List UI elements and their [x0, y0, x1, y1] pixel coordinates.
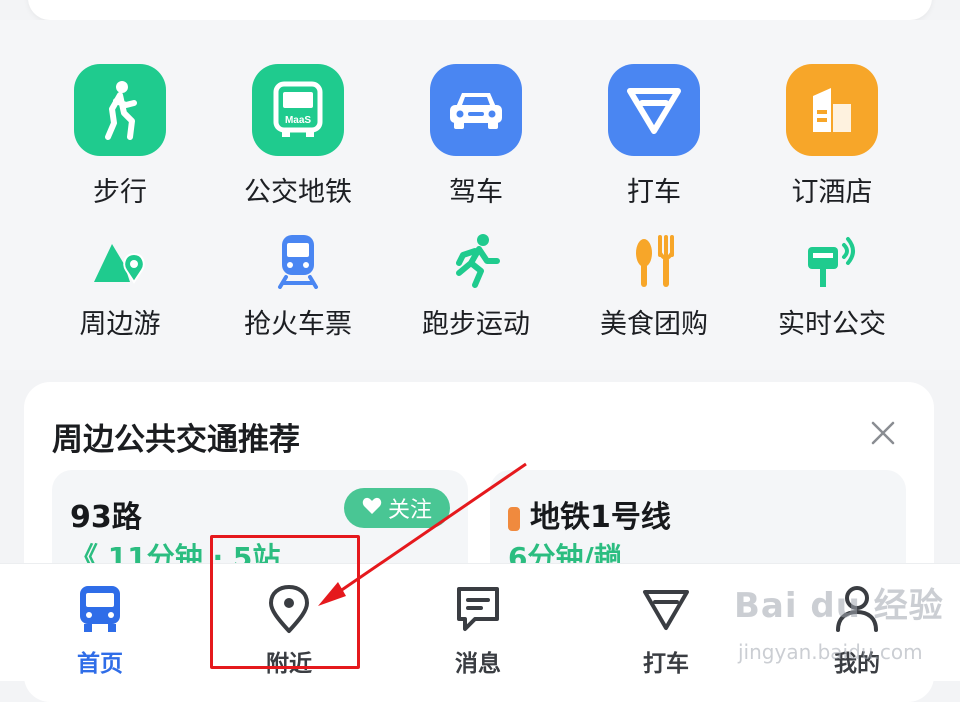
tab-home[interactable]: 首页 — [20, 564, 180, 681]
service-nearby-travel[interactable]: 周边游 — [31, 228, 209, 341]
heart-icon — [362, 496, 382, 521]
route-name: 地铁1号线 — [530, 500, 671, 535]
tab-label: 打车 — [643, 651, 689, 677]
hotel-building-icon — [786, 64, 878, 156]
follow-label: 关注 — [387, 498, 432, 523]
panel-title: 周边公共交通推荐 — [52, 422, 300, 458]
route-name: 93路 — [70, 500, 142, 535]
service-label: 周边游 — [79, 309, 161, 340]
service-running[interactable]: 跑步运动 — [387, 228, 565, 341]
tab-label: 首页 — [77, 651, 123, 677]
walking-person-icon — [74, 64, 166, 156]
watermark-url: jingyan.baidu.com — [738, 640, 923, 664]
service-drive[interactable]: 驾车 — [387, 64, 565, 209]
service-realtime-bus[interactable]: 实时公交 — [743, 228, 921, 341]
taxi-v-icon — [608, 64, 700, 156]
service-label: 驾车 — [449, 177, 503, 208]
bus-home-icon — [73, 582, 127, 636]
watermark: Bai du 经验 — [734, 586, 944, 626]
service-train-tickets[interactable]: 抢火车票 — [209, 228, 387, 341]
service-hotel[interactable]: 订酒店 — [743, 64, 921, 209]
fork-spoon-icon — [619, 228, 689, 294]
service-walk[interactable]: 步行 — [31, 64, 209, 209]
service-label: 美食团购 — [600, 309, 708, 340]
metro-line-color-mark — [508, 506, 520, 531]
svg-text:MaaS: MaaS — [285, 115, 311, 126]
search-card-bottom — [28, 0, 932, 20]
taxi-v-icon — [639, 582, 693, 636]
service-taxi[interactable]: 打车 — [565, 64, 743, 209]
service-bus-metro[interactable]: MaaS 公交地铁 — [209, 64, 387, 209]
follow-button[interactable]: 关注 — [343, 488, 450, 528]
route-name-wrap: 地铁1号线 — [508, 492, 671, 536]
service-label: 抢火车票 — [244, 309, 352, 340]
service-grid: 步行 MaaS 公交地铁 驾车 打车 订酒店 周边游 抢火车票 跑步运动 美食团… — [0, 20, 960, 370]
message-icon — [451, 582, 505, 636]
tab-taxi[interactable]: 打车 — [586, 564, 746, 681]
bus-maas-icon: MaaS — [252, 64, 344, 156]
close-icon[interactable] — [868, 418, 898, 448]
tab-label: 消息 — [455, 651, 501, 677]
service-label: 订酒店 — [791, 177, 873, 208]
train-icon — [263, 228, 333, 294]
service-food-deals[interactable]: 美食团购 — [565, 228, 743, 341]
tab-messages[interactable]: 消息 — [398, 564, 558, 681]
service-label: 跑步运动 — [422, 309, 530, 340]
service-label: 实时公交 — [778, 309, 886, 340]
realtime-bus-stop-icon — [797, 228, 867, 294]
service-label: 公交地铁 — [244, 177, 352, 208]
service-label: 打车 — [627, 177, 681, 208]
mountain-pin-icon — [85, 228, 155, 294]
annotation-highlight-box — [210, 535, 360, 669]
service-label: 步行 — [93, 177, 147, 208]
car-icon — [430, 64, 522, 156]
running-person-icon — [441, 228, 511, 294]
